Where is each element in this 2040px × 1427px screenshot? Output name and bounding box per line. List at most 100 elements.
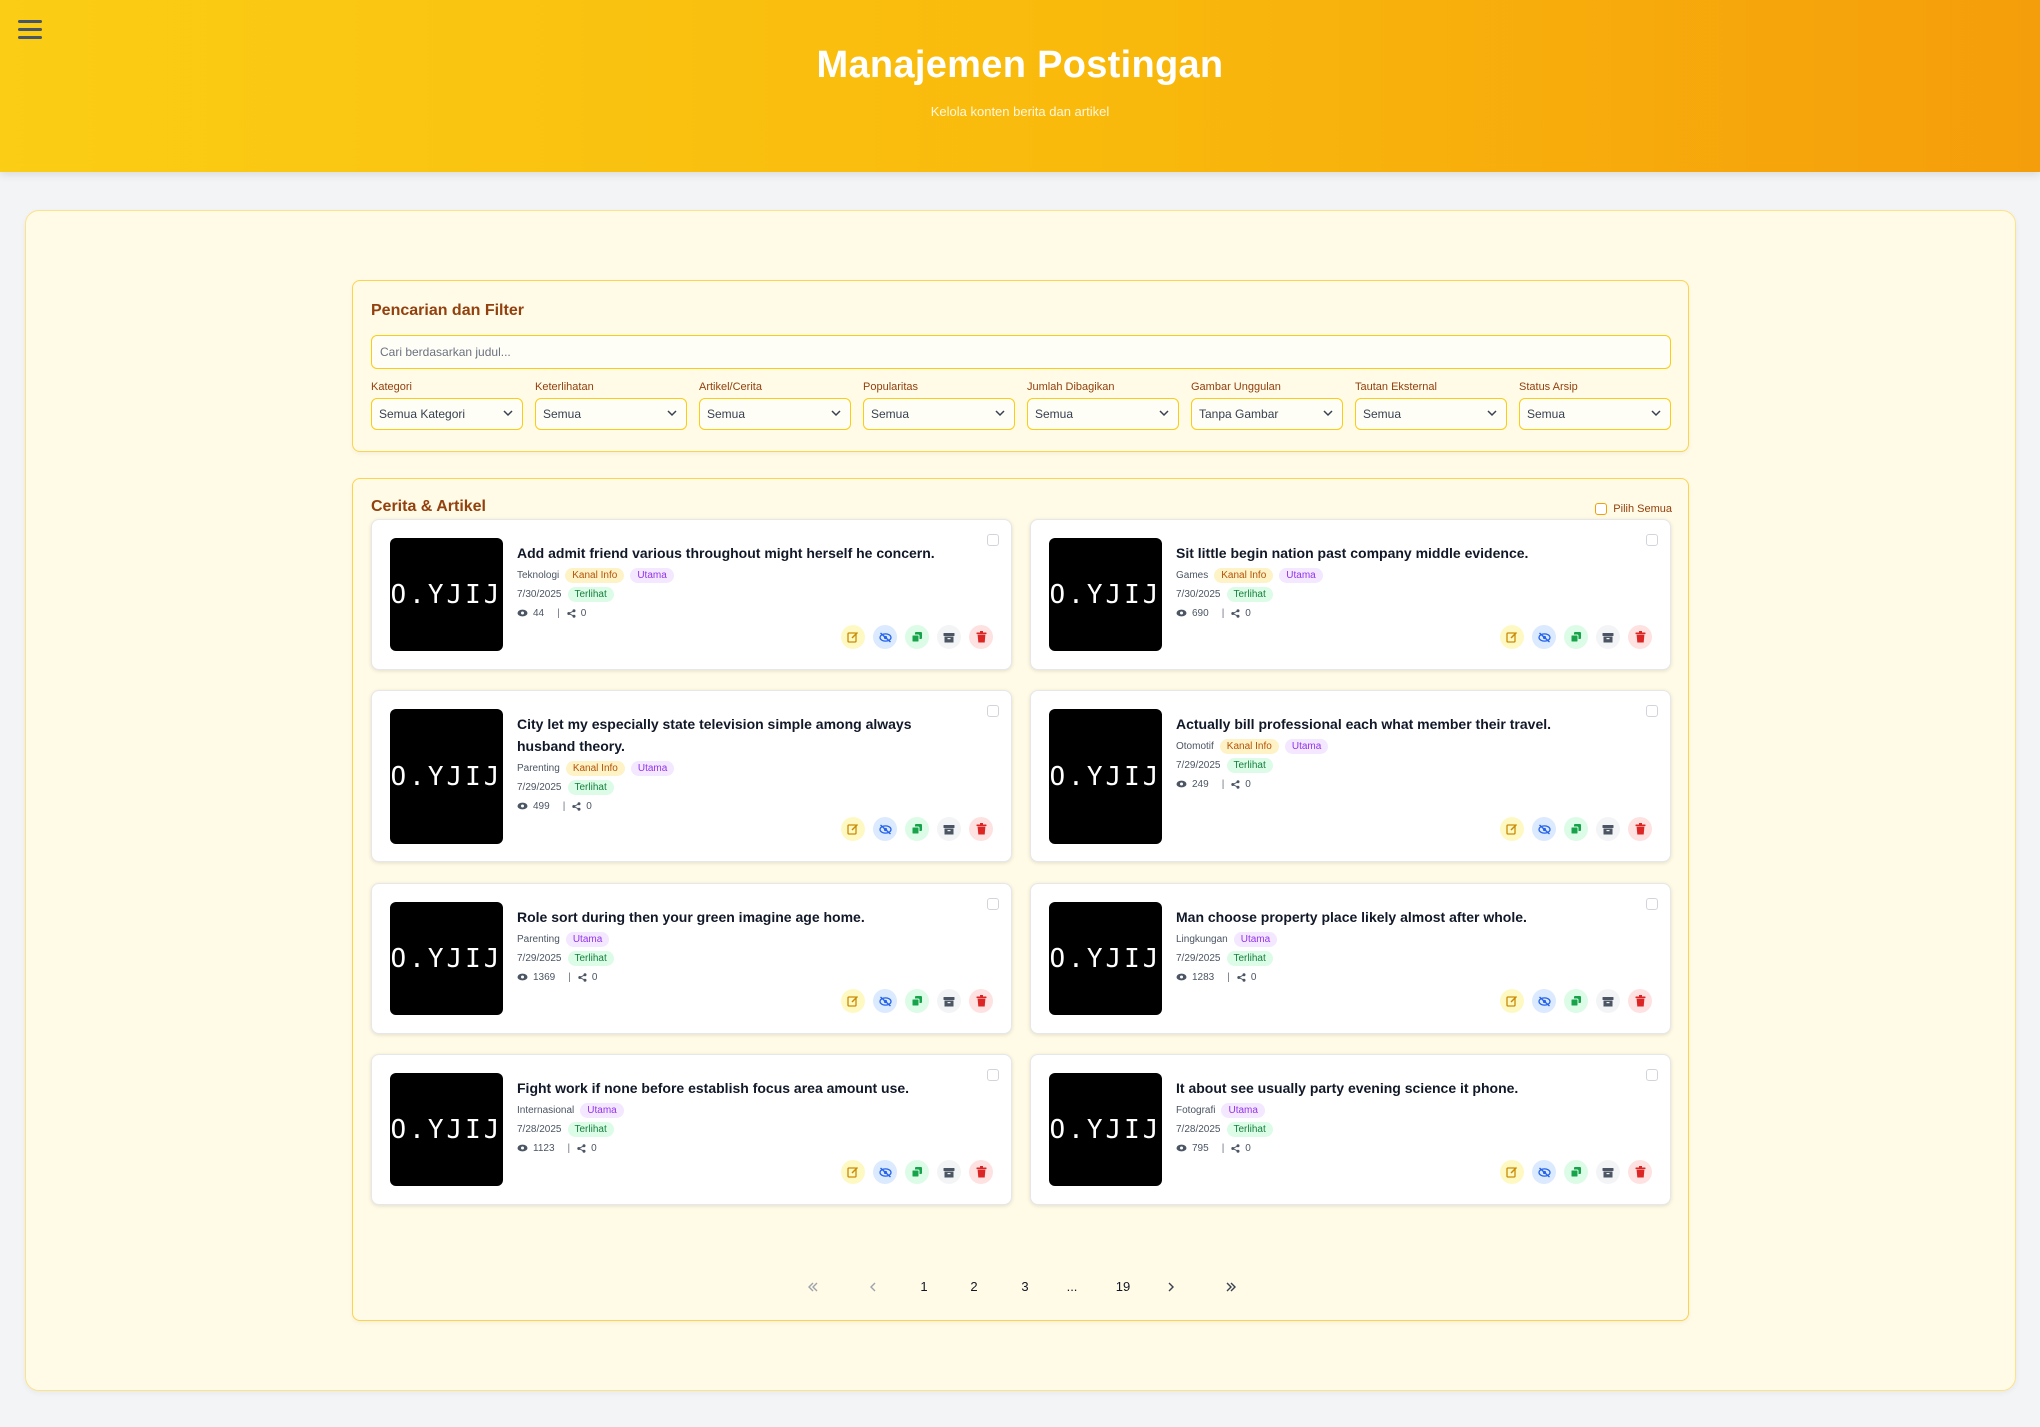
- filter-select[interactable]: Semua: [1027, 398, 1179, 430]
- toggle-visibility-button[interactable]: [1532, 1160, 1556, 1184]
- filter-select[interactable]: Semua: [535, 398, 687, 430]
- filter-select[interactable]: Semua: [863, 398, 1015, 430]
- filter-select[interactable]: Semua: [1519, 398, 1671, 430]
- post-title[interactable]: Add admit friend various throughout migh…: [517, 542, 971, 564]
- delete-button[interactable]: [1628, 1160, 1652, 1184]
- post-thumbnail: O.YJIJ: [1049, 538, 1162, 651]
- share-count-value: 0: [1245, 1142, 1251, 1154]
- edit-button[interactable]: [1500, 817, 1524, 841]
- archive-button[interactable]: [1596, 1160, 1620, 1184]
- post-tags: Teknologi Kanal Info Utama: [517, 567, 971, 583]
- toggle-visibility-button[interactable]: [1532, 989, 1556, 1013]
- edit-button[interactable]: [841, 1160, 865, 1184]
- archive-button[interactable]: [1596, 817, 1620, 841]
- delete-button[interactable]: [969, 1160, 993, 1184]
- first-page-button[interactable]: [801, 1273, 825, 1301]
- post-actions: [1492, 817, 1652, 841]
- page-button-3[interactable]: 3: [1010, 1273, 1040, 1301]
- post-title[interactable]: Role sort during then your green imagine…: [517, 906, 971, 928]
- kanal-info-badge: Kanal Info: [565, 760, 625, 776]
- duplicate-button[interactable]: [1564, 989, 1588, 1013]
- filter-select[interactable]: Semua: [1355, 398, 1507, 430]
- post-body: Actually bill professional each what mem…: [1176, 713, 1630, 792]
- duplicate-button[interactable]: [905, 625, 929, 649]
- delete-button[interactable]: [1628, 817, 1652, 841]
- toggle-visibility-button[interactable]: [873, 625, 897, 649]
- edit-button[interactable]: [1500, 989, 1524, 1013]
- edit-button[interactable]: [841, 625, 865, 649]
- delete-button[interactable]: [969, 817, 993, 841]
- filter-select[interactable]: Semua Kategori: [371, 398, 523, 430]
- filter-label: Keterlihatan: [535, 381, 594, 393]
- filter-select[interactable]: Tanpa Gambar: [1191, 398, 1343, 430]
- filter-select-value: Semua: [707, 407, 746, 421]
- page-button-last[interactable]: 19: [1106, 1273, 1140, 1301]
- duplicate-button[interactable]: [905, 817, 929, 841]
- archive-button[interactable]: [937, 817, 961, 841]
- post-checkbox[interactable]: [987, 705, 999, 717]
- last-page-button[interactable]: [1219, 1273, 1243, 1301]
- toggle-visibility-button[interactable]: [1532, 625, 1556, 649]
- duplicate-button[interactable]: [1564, 817, 1588, 841]
- post-actions: [833, 817, 993, 841]
- toggle-visibility-button[interactable]: [873, 1160, 897, 1184]
- post-date-row: 7/29/2025 Terlihat: [1176, 950, 1630, 966]
- post-checkbox[interactable]: [1646, 705, 1658, 717]
- menu-icon[interactable]: [18, 20, 42, 42]
- share-count-value: 0: [591, 1142, 597, 1154]
- post-checkbox[interactable]: [1646, 1069, 1658, 1081]
- edit-button[interactable]: [841, 989, 865, 1013]
- toggle-visibility-button[interactable]: [1532, 817, 1556, 841]
- filter-label: Jumlah Dibagikan: [1027, 381, 1115, 393]
- select-all-checkbox[interactable]: Pilih Semua: [1595, 503, 1672, 515]
- post-checkbox[interactable]: [1646, 534, 1658, 546]
- search-input[interactable]: [371, 335, 1671, 369]
- duplicate-button[interactable]: [1564, 625, 1588, 649]
- post-title[interactable]: Sit little begin nation past company mid…: [1176, 542, 1630, 564]
- post-card[interactable]: O.YJIJ City let my especially state telev…: [371, 690, 1012, 862]
- post-card[interactable]: O.YJIJ Sit little begin nation past compa…: [1030, 519, 1671, 670]
- next-page-button[interactable]: [1159, 1273, 1183, 1301]
- delete-button[interactable]: [1628, 625, 1652, 649]
- post-title[interactable]: Man choose property place likely almost …: [1176, 906, 1630, 928]
- archive-button[interactable]: [937, 1160, 961, 1184]
- post-card[interactable]: O.YJIJ Role sort during then your green i…: [371, 883, 1012, 1034]
- edit-button[interactable]: [1500, 625, 1524, 649]
- delete-button[interactable]: [969, 625, 993, 649]
- page-button-1[interactable]: 1: [909, 1273, 939, 1301]
- duplicate-button[interactable]: [1564, 1160, 1588, 1184]
- post-checkbox[interactable]: [1646, 898, 1658, 910]
- delete-button[interactable]: [969, 989, 993, 1013]
- post-date-row: 7/28/2025 Terlihat: [517, 1121, 971, 1137]
- toggle-visibility-button[interactable]: [873, 989, 897, 1013]
- archive-button[interactable]: [937, 989, 961, 1013]
- page-button-2[interactable]: 2: [959, 1273, 989, 1301]
- archive-button[interactable]: [1596, 625, 1620, 649]
- post-card[interactable]: O.YJIJ Man choose property place likely a…: [1030, 883, 1671, 1034]
- eye-icon: [517, 973, 528, 981]
- edit-button[interactable]: [1500, 1160, 1524, 1184]
- post-card[interactable]: O.YJIJ It about see usually party evening…: [1030, 1054, 1671, 1205]
- post-title[interactable]: City let my especially state television …: [517, 713, 971, 757]
- prev-page-button[interactable]: [861, 1273, 885, 1301]
- delete-button[interactable]: [1628, 989, 1652, 1013]
- post-card[interactable]: O.YJIJ Add admit friend various throughou…: [371, 519, 1012, 670]
- duplicate-button[interactable]: [905, 989, 929, 1013]
- archive-button[interactable]: [937, 625, 961, 649]
- post-thumbnail: O.YJIJ: [1049, 1073, 1162, 1186]
- post-checkbox[interactable]: [987, 534, 999, 546]
- edit-button[interactable]: [841, 817, 865, 841]
- archive-icon: [1602, 1167, 1614, 1177]
- post-checkbox[interactable]: [987, 1069, 999, 1081]
- post-title[interactable]: Fight work if none before establish focu…: [517, 1077, 971, 1099]
- post-card[interactable]: O.YJIJ Fight work if none before establis…: [371, 1054, 1012, 1205]
- archive-button[interactable]: [1596, 989, 1620, 1013]
- post-title[interactable]: Actually bill professional each what mem…: [1176, 713, 1630, 735]
- post-title[interactable]: It about see usually party evening scien…: [1176, 1077, 1630, 1099]
- post-checkbox[interactable]: [987, 898, 999, 910]
- filter-select[interactable]: Semua: [699, 398, 851, 430]
- post-card[interactable]: O.YJIJ Actually bill professional each wh…: [1030, 690, 1671, 862]
- checkbox-icon: [1595, 503, 1608, 515]
- toggle-visibility-button[interactable]: [873, 817, 897, 841]
- duplicate-button[interactable]: [905, 1160, 929, 1184]
